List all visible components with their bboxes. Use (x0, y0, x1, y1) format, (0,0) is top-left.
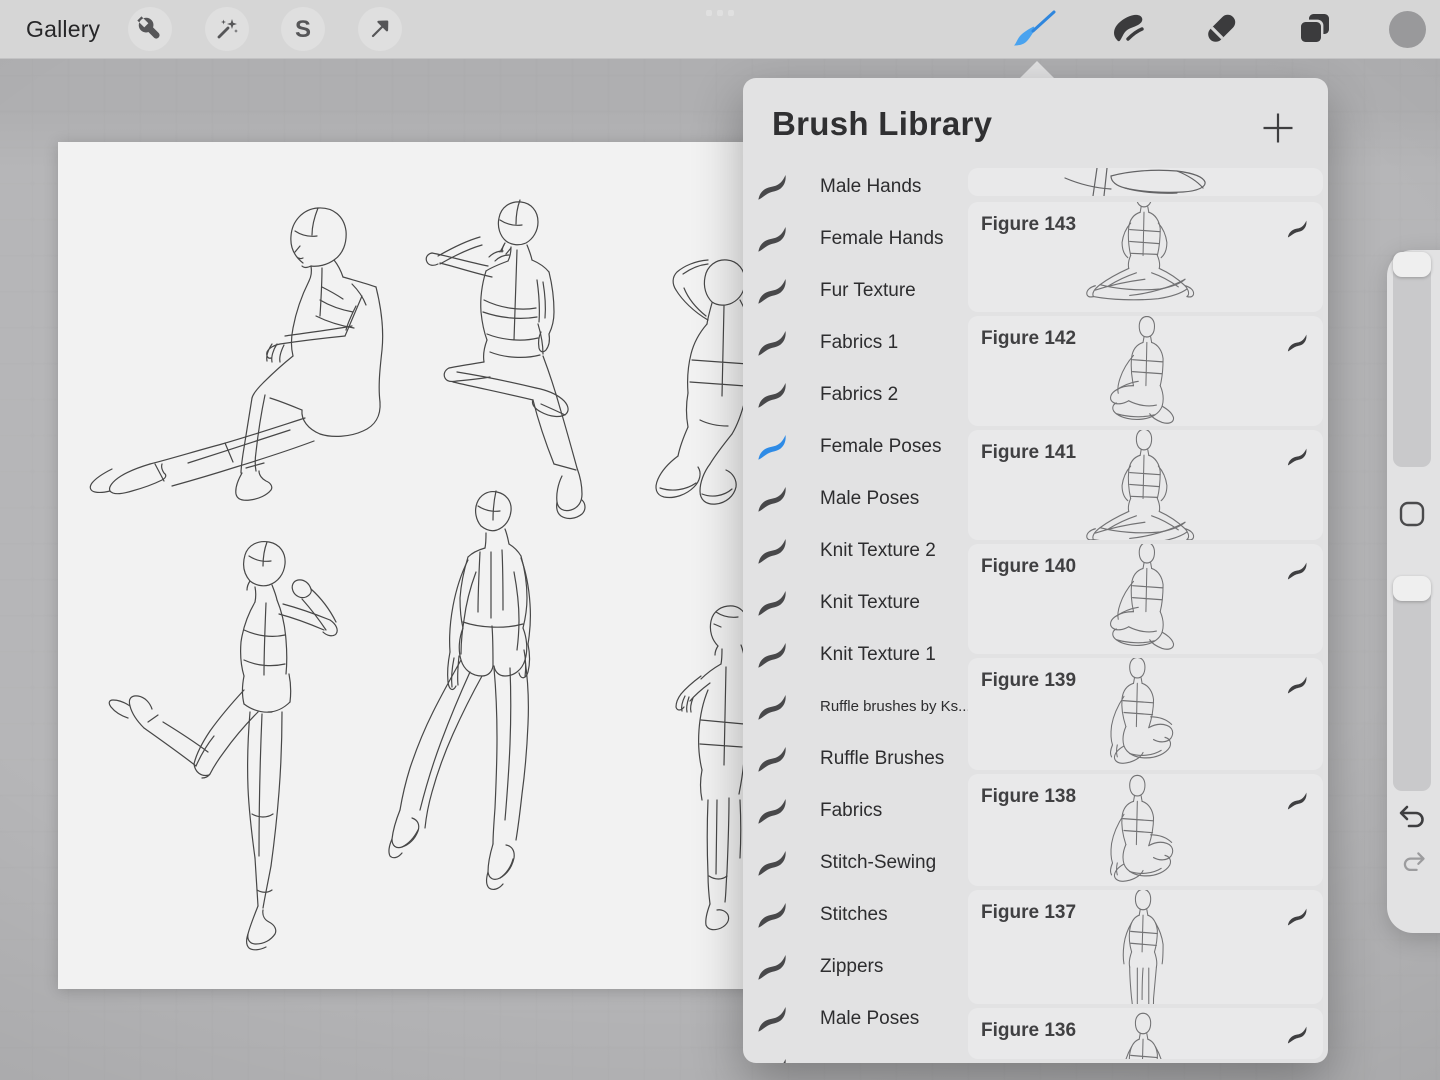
svg-text:S: S (295, 16, 311, 43)
